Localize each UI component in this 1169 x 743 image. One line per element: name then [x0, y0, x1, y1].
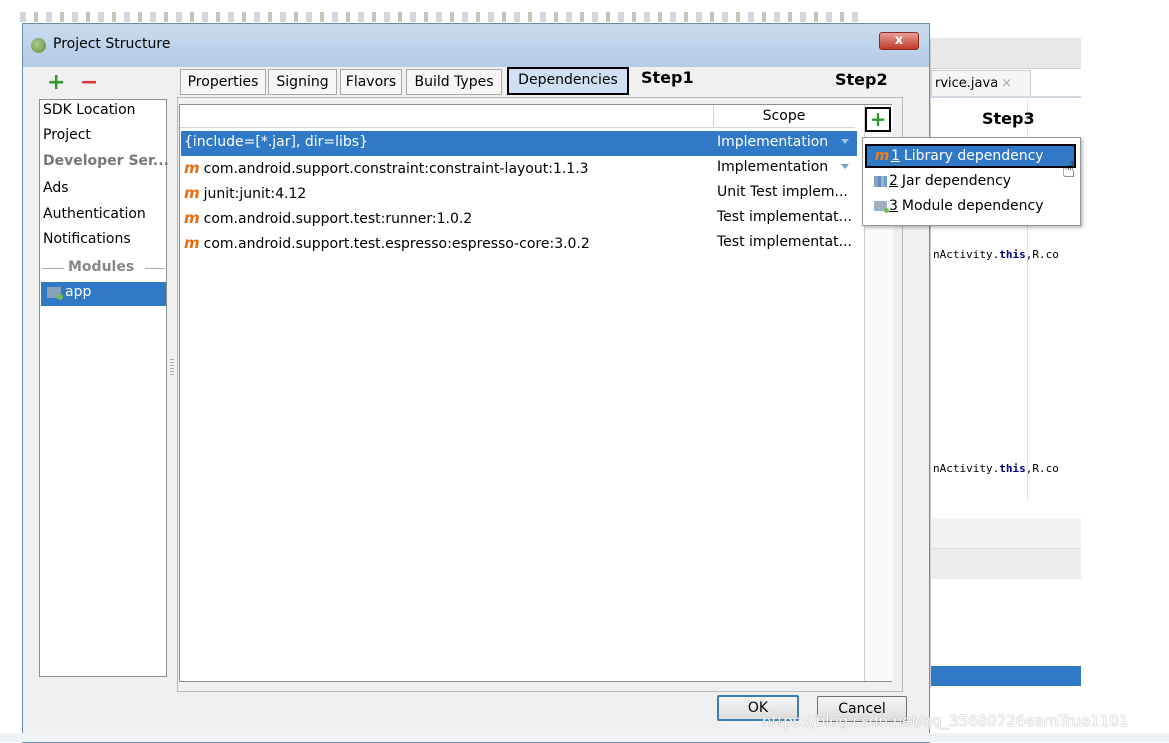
table-row[interactable]: m com.android.support.test.espresso:espre… [181, 231, 857, 256]
watermark: https://blog.csdn.net/qq_35680726eamTrue… [762, 712, 1129, 730]
android-studio-icon [31, 38, 46, 53]
maven-icon: m [184, 159, 200, 177]
table-row[interactable]: m com.android.support.test:runner:1.0.2 T… [181, 206, 857, 231]
sidebar-item-ads[interactable]: Ads [43, 180, 69, 196]
editor-panel [931, 518, 1081, 548]
module-icon [873, 201, 889, 213]
modules-separator: Modules [42, 258, 165, 278]
dependencies-table: Scope {include=[*.jar], dir=libs} Implem… [179, 104, 893, 682]
maven-icon: m [184, 209, 200, 227]
modules-header: Modules [68, 259, 135, 275]
dependency-name: com.android.support.test.espresso:espres… [203, 236, 590, 252]
maven-icon: m [184, 234, 200, 252]
sidebar-item-notifications[interactable]: Notifications [43, 231, 131, 247]
editor-code-line: nActivity.this,R.co [933, 248, 1059, 261]
add-dependency-menu: m 1 Library dependency 2 Jar dependency 3 Mo… [862, 137, 1081, 226]
module-app-label: app [65, 284, 92, 300]
editor-tab-underline [931, 96, 1081, 98]
module-folder-icon [47, 286, 63, 300]
tab-build-types[interactable]: Build Types [406, 69, 502, 95]
editor-tab[interactable]: rvice.java × [931, 70, 1031, 96]
background-editor: rvice.java × nActivity.this,R.co nActivit… [930, 38, 1081, 688]
project-structure-dialog: Project Structure x + − SDK Location Pro… [22, 23, 930, 743]
editor-status-bar [931, 666, 1081, 686]
editor-code-line: nActivity.this,R.co [933, 462, 1059, 475]
table-row[interactable]: m junit:junit:4.12 Unit Test implem... [181, 181, 857, 206]
dependency-scope[interactable]: Unit Test implem... [717, 184, 848, 200]
editor-panel [931, 548, 1081, 579]
step1-annotation: Step1 [641, 68, 694, 87]
sidebar-item-authentication[interactable]: Authentication [43, 206, 146, 222]
jar-icon [873, 175, 887, 187]
scope-dropdown-icon[interactable] [841, 164, 849, 169]
sidebar-item-sdk-location[interactable]: SDK Location [43, 102, 136, 118]
scope-dropdown-icon[interactable] [841, 139, 849, 144]
sidebar-item-project[interactable]: Project [43, 127, 91, 143]
tab-properties[interactable]: Properties [180, 69, 266, 95]
close-button[interactable]: x [879, 32, 919, 50]
table-row[interactable]: m com.android.support.constraint:constrai… [181, 156, 857, 181]
menu-item-module-dependency[interactable]: 3 Module dependency [865, 195, 1076, 219]
background-toolbar-icons [20, 12, 860, 22]
step2-annotation: Step2 [835, 70, 888, 89]
add-dependency-button[interactable]: + [865, 107, 891, 132]
dialog-title: Project Structure [53, 36, 171, 52]
background-window-strip [0, 0, 1169, 22]
splitter-handle[interactable] [170, 359, 174, 375]
dependency-scope[interactable]: Implementation [717, 134, 828, 150]
tab-dependencies[interactable]: Dependencies [507, 67, 629, 95]
menu-item-library-dependency[interactable]: m 1 Library dependency [865, 144, 1076, 168]
add-module-icon[interactable]: + [47, 72, 65, 94]
dependency-name: com.android.support.constraint:constrain… [203, 161, 589, 177]
tab-flavors[interactable]: Flavors [340, 69, 402, 95]
dependency-scope[interactable]: Test implementat... [717, 209, 852, 225]
editor-toolbar [931, 38, 1081, 69]
sidebar-item-developer-services[interactable]: Developer Ser... [43, 153, 169, 169]
dependency-scope[interactable]: Test implementat... [717, 234, 852, 250]
title-bar[interactable]: Project Structure x [23, 24, 929, 67]
maven-library-icon: m [874, 148, 890, 164]
scope-column-header[interactable]: Scope [713, 105, 854, 127]
background-strip [0, 733, 1169, 742]
tab-signing[interactable]: Signing [268, 69, 337, 95]
maven-icon: m [184, 184, 200, 202]
menu-item-jar-dependency[interactable]: 2 Jar dependency [865, 170, 1076, 194]
dependency-name: com.android.support.test:runner:1.0.2 [203, 211, 473, 227]
hand-cursor-icon: ☝ [1062, 158, 1076, 183]
project-sidebar: SDK Location Project Developer Ser... Ad… [39, 99, 169, 677]
step3-annotation: Step3 [982, 109, 1035, 128]
table-row[interactable]: {include=[*.jar], dir=libs} Implementati… [181, 131, 857, 156]
dependency-name: {include=[*.jar], dir=libs} [184, 134, 368, 150]
remove-module-icon[interactable]: − [80, 72, 98, 94]
dependency-name: junit:junit:4.12 [203, 186, 307, 202]
editor-tab-close-icon[interactable]: × [1001, 76, 1012, 91]
table-header: Scope [180, 105, 855, 128]
dependency-scope[interactable]: Implementation [717, 159, 828, 175]
sidebar-item-app[interactable]: app [41, 282, 166, 306]
editor-tab-label: rvice.java [935, 76, 999, 91]
